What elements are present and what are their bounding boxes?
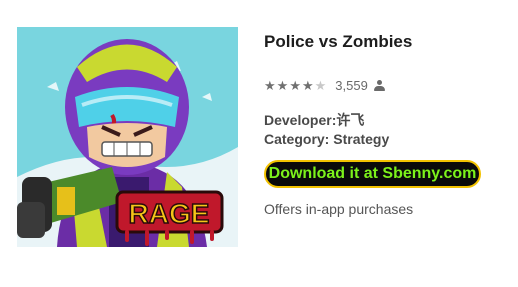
app-title: Police vs Zombies — [264, 32, 413, 51]
star-icon: ★ — [301, 77, 314, 93]
person-icon — [373, 79, 385, 92]
star-icon: ★ — [289, 77, 301, 93]
developer-row: Developer:许飞 — [264, 110, 364, 130]
rating-row: ★ ★ ★ ★ ★ 3,559 — [264, 78, 385, 93]
category-value: Strategy — [333, 131, 390, 147]
star-icon: ★ — [264, 77, 276, 93]
star-rating: ★ ★ ★ ★ ★ — [264, 77, 327, 93]
app-icon: RAGE — [17, 27, 238, 247]
in-app-purchases-note: Offers in-app purchases — [264, 201, 414, 217]
rage-badge-text: RAGE — [129, 198, 210, 229]
rating-count: 3,559 — [335, 78, 368, 93]
category-label: Category: — [264, 131, 330, 147]
star-icon: ★ — [276, 77, 289, 93]
category-row: Category: Strategy — [264, 131, 389, 147]
developer-value: 许飞 — [336, 112, 365, 128]
developer-label: Developer: — [264, 112, 337, 128]
star-empty-icon: ★ — [314, 77, 327, 93]
download-button[interactable]: Download it at Sbenny.com — [264, 160, 481, 188]
